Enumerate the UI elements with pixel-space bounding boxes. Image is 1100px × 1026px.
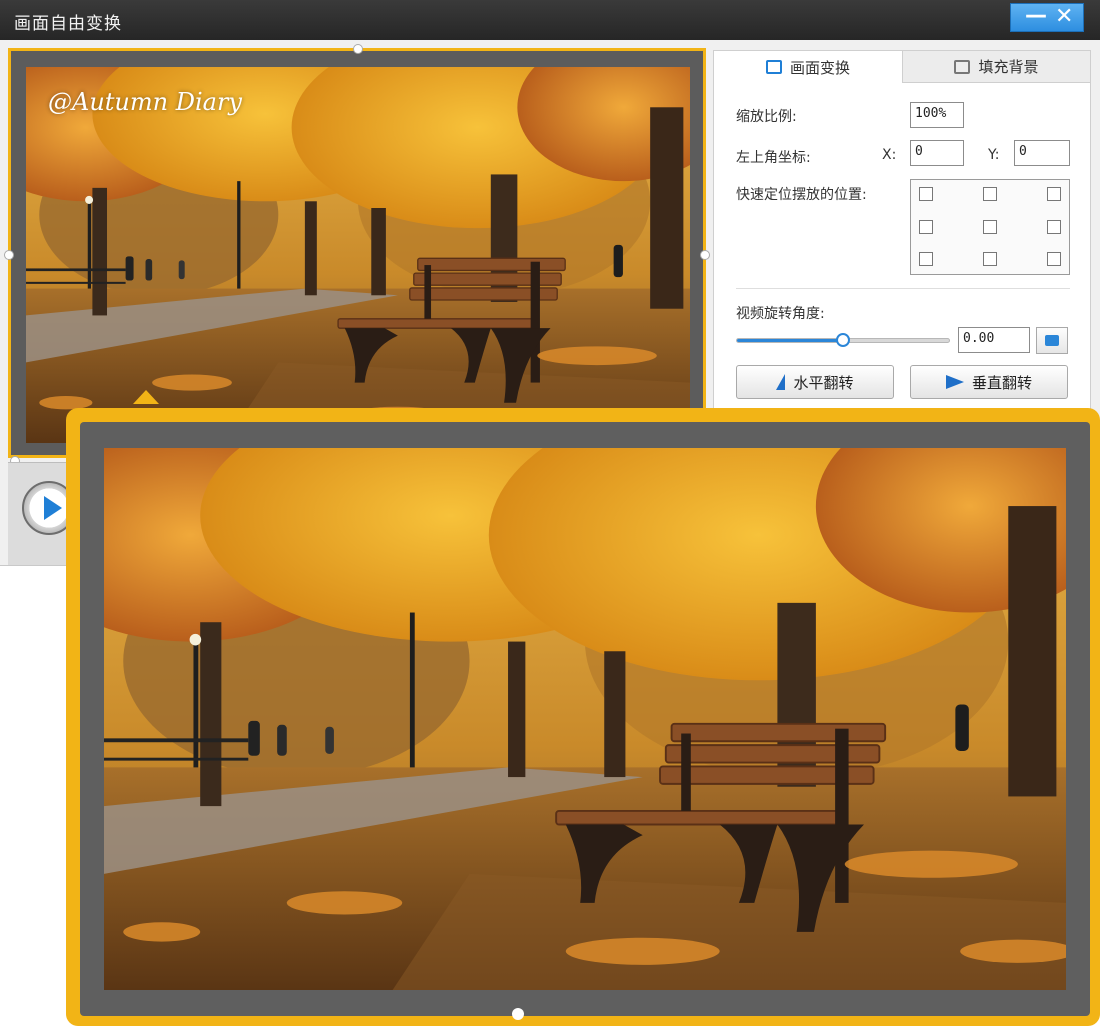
minimize-icon[interactable]: —	[1025, 5, 1047, 27]
flip-vertical-icon	[945, 375, 964, 389]
flip-vertical-button[interactable]: 垂直翻转	[910, 365, 1068, 399]
position-checkbox-middle-left[interactable]	[919, 220, 933, 234]
fill-background-icon	[954, 59, 971, 74]
rotation-slider-thumb[interactable]	[836, 333, 850, 347]
transform-icon	[765, 60, 782, 74]
y-input[interactable]: 0	[1014, 140, 1070, 166]
x-label: X:	[882, 147, 897, 163]
zoomed-preview-canvas	[80, 422, 1090, 1020]
scale-label: 缩放比例:	[736, 109, 797, 125]
x-input[interactable]: 0	[910, 140, 964, 166]
rotation-label: 视频旋转角度:	[736, 306, 825, 322]
rotate-button[interactable]	[1036, 327, 1068, 354]
resize-handle-right[interactable]	[700, 250, 710, 260]
quick-position-grid	[910, 179, 1070, 275]
zoomed-preview-image	[104, 448, 1066, 990]
flip-horizontal-label: 水平翻转	[793, 373, 854, 392]
position-checkbox-top-center[interactable]	[983, 187, 997, 201]
window-control-button[interactable]: — ✕	[1010, 3, 1084, 32]
y-label: Y:	[988, 147, 1000, 163]
tab-transform[interactable]: 画面变换	[714, 51, 902, 83]
position-checkbox-bottom-center[interactable]	[983, 252, 997, 266]
flip-horizontal-icon	[776, 374, 786, 390]
flip-horizontal-button[interactable]: 水平翻转	[736, 365, 894, 399]
divider	[736, 288, 1070, 289]
watermark-text: @Autumn Diary	[48, 88, 242, 116]
window-title: 画面自由变换	[14, 14, 122, 34]
flip-vertical-label: 垂直翻转	[971, 373, 1032, 392]
quick-position-label: 快速定位摆放的位置:	[736, 187, 867, 203]
position-checkbox-bottom-left[interactable]	[919, 252, 933, 266]
origin-label: 左上角坐标:	[736, 150, 811, 166]
scale-input[interactable]: 100%	[910, 102, 964, 128]
zoomed-preview-callout	[66, 408, 1100, 1026]
preview-image	[26, 67, 690, 443]
close-icon[interactable]: ✕	[1055, 6, 1073, 28]
rotation-input[interactable]: 0.00	[958, 327, 1030, 353]
rotation-slider-fill	[737, 339, 844, 342]
resize-handle-left[interactable]	[4, 250, 14, 260]
position-checkbox-center[interactable]	[983, 220, 997, 234]
tab-label: 画面变换	[789, 58, 850, 77]
settings-panel: 画面变换 填充背景 缩放比例: 100% 左上角坐标: X: 0 Y: 0 快速…	[713, 50, 1091, 410]
tab-fill-background[interactable]: 填充背景	[902, 51, 1090, 83]
title-bar: 画面自由变换 — ✕	[0, 0, 1100, 40]
tab-label: 填充背景	[978, 58, 1039, 76]
callout-pointer-icon	[133, 390, 159, 404]
position-checkbox-bottom-right[interactable]	[1047, 252, 1061, 266]
position-checkbox-top-right[interactable]	[1047, 187, 1061, 201]
position-checkbox-middle-right[interactable]	[1047, 220, 1061, 234]
position-checkbox-top-left[interactable]	[919, 187, 933, 201]
resize-handle-top[interactable]	[353, 44, 363, 54]
resize-handle-bottom[interactable]	[512, 1008, 524, 1020]
